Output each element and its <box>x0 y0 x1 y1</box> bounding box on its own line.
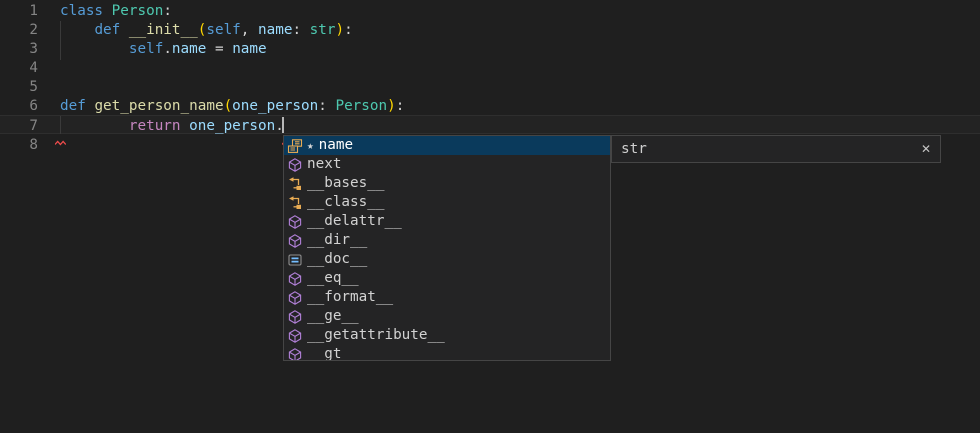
method-icon <box>287 271 303 287</box>
autocomplete-dropdown[interactable]: ★namenext__bases____class____delattr____… <box>283 135 611 361</box>
code-line: class Person: <box>60 2 404 21</box>
method-icon <box>287 233 303 249</box>
method-icon <box>287 290 303 306</box>
suggestion-label: __class__ <box>307 193 384 212</box>
code-editor[interactable]: 12345678 class Person: def __init__(self… <box>0 0 980 433</box>
suggestion-item[interactable]: ★ name <box>284 136 610 155</box>
error-squiggle <box>55 131 66 137</box>
suggestion-item[interactable]: __format__ <box>284 288 610 307</box>
field-icon <box>287 138 303 154</box>
suggestion-label: __dir__ <box>307 231 367 250</box>
line-number: 4 <box>0 59 38 78</box>
method-icon <box>287 309 303 325</box>
suggestion-item[interactable]: __class__ <box>284 193 610 212</box>
suggestion-label: __eq__ <box>307 269 359 288</box>
reference-icon <box>287 176 303 192</box>
text-icon <box>287 252 303 268</box>
suggestion-item[interactable]: __getattribute__ <box>284 326 610 345</box>
method-icon <box>287 328 303 344</box>
code-line: def __init__(self, name: str): <box>60 21 404 40</box>
line-number: 6 <box>0 97 38 116</box>
line-number: 8 <box>0 136 38 155</box>
code-line <box>60 59 404 78</box>
code-line: return one_person. <box>60 117 404 136</box>
method-icon <box>287 214 303 230</box>
preferred-star-icon: ★ <box>307 140 314 151</box>
suggestion-label: __getattribute__ <box>307 326 445 345</box>
suggestion-item[interactable]: __bases__ <box>284 174 610 193</box>
method-icon <box>287 157 303 173</box>
docs-title: str <box>621 141 647 157</box>
line-number: 3 <box>0 40 38 59</box>
line-number: 1 <box>0 2 38 21</box>
code-line: self.name = name <box>60 40 404 59</box>
indent-guide <box>60 21 61 60</box>
suggestion-item[interactable]: __gt__ <box>284 345 610 361</box>
suggestion-item[interactable]: next <box>284 155 610 174</box>
suggestion-label: __format__ <box>307 288 393 307</box>
line-number: 7 <box>0 117 38 136</box>
suggestion-item[interactable]: __ge__ <box>284 307 610 326</box>
gutter: 12345678 <box>0 2 38 155</box>
suggestion-label: __gt__ <box>307 345 359 361</box>
suggestion-label: __bases__ <box>307 174 384 193</box>
suggestion-label: next <box>307 155 341 174</box>
suggestion-label: __delattr__ <box>307 212 402 231</box>
text-cursor <box>282 117 284 133</box>
suggestion-label: __doc__ <box>307 250 367 269</box>
code-line: def get_person_name(one_person: Person): <box>60 97 404 116</box>
suggestion-item[interactable]: __delattr__ <box>284 212 610 231</box>
suggestion-label: __ge__ <box>307 307 359 326</box>
suggestion-label: name <box>319 136 353 155</box>
suggest-docs-header: str ✕ <box>611 135 941 163</box>
line-number: 2 <box>0 21 38 40</box>
close-icon[interactable]: ✕ <box>921 142 931 156</box>
line-number: 5 <box>0 78 38 97</box>
code-line <box>60 78 404 97</box>
suggestion-item[interactable]: __doc__ <box>284 250 610 269</box>
suggestion-item[interactable]: __dir__ <box>284 231 610 250</box>
method-icon <box>287 347 303 362</box>
suggestion-item[interactable]: __eq__ <box>284 269 610 288</box>
code-area[interactable]: class Person: def __init__(self, name: s… <box>60 2 404 155</box>
reference-icon <box>287 195 303 211</box>
